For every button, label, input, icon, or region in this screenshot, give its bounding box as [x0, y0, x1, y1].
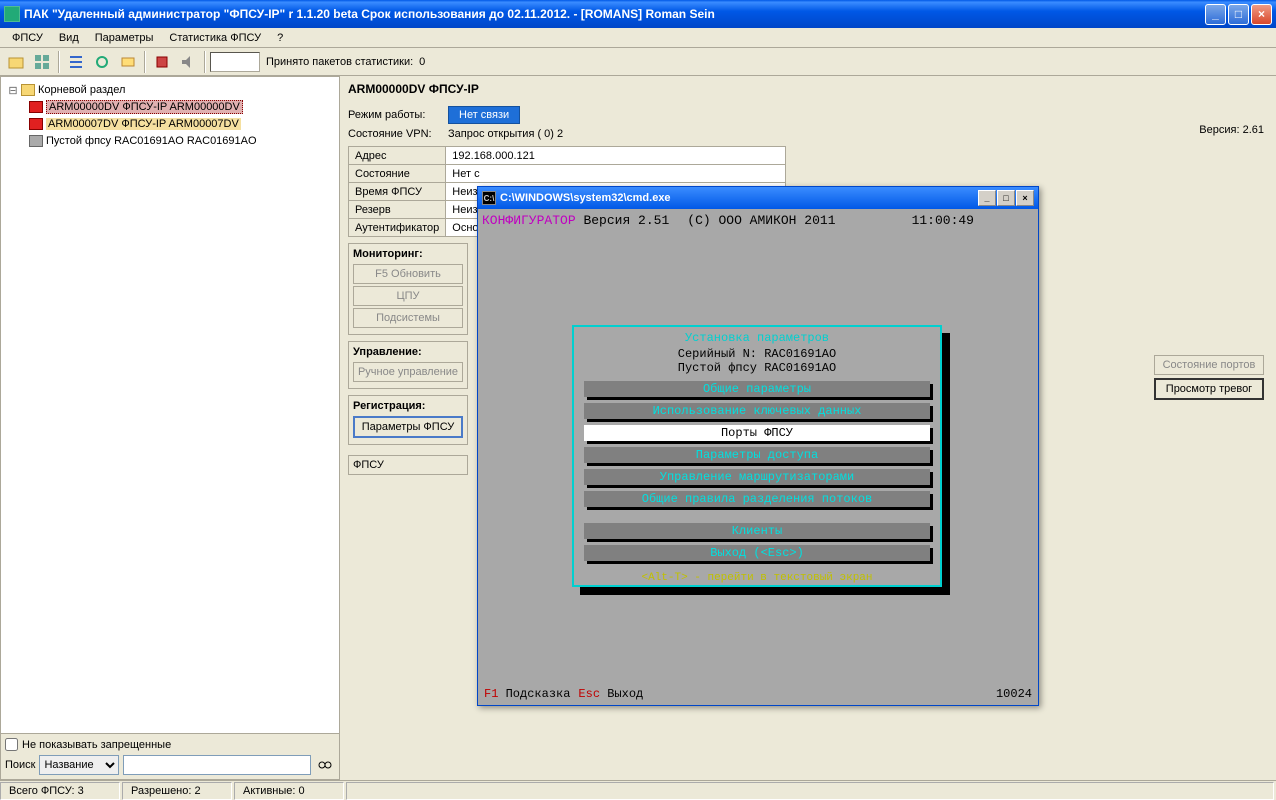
monitoring-group: Мониторинг: F5 Обновить ЦПУ Подсистемы: [348, 243, 468, 335]
hide-forbidden-checkbox[interactable]: [5, 738, 18, 751]
cmd-menu-routers[interactable]: Управление маршрутизаторами: [584, 469, 930, 485]
control-group: Управление: Ручное управление: [348, 341, 468, 389]
cmd-maximize-button[interactable]: □: [997, 190, 1015, 206]
cmd-version: Версия 2.51: [583, 213, 669, 228]
cmd-menu-general[interactable]: Общие параметры: [584, 381, 930, 397]
status-empty: [346, 782, 1274, 800]
app-icon: [4, 6, 20, 22]
status-active: Активные: 0: [234, 782, 344, 800]
tool-folder-icon[interactable]: [4, 50, 28, 74]
cmd-cfg: КОНФИГУРАТОР: [482, 213, 576, 228]
registration-group: Регистрация: Параметры ФПСУ: [348, 395, 468, 445]
cmd-esc-label: Выход: [607, 687, 643, 701]
window-title: ПАК "Удаленный администратор "ФПСУ-IP" r…: [24, 7, 1205, 21]
tree-view[interactable]: ⊟ Корневой раздел ARM00000DV ФПСУ-IP ARM…: [1, 77, 339, 733]
cmd-window[interactable]: C:\ C:\WINDOWS\system32\cmd.exe _ □ × КО…: [477, 186, 1039, 706]
table-row: СостояниеНет с: [349, 165, 786, 183]
cmd-frame-title: Установка параметров: [584, 331, 930, 345]
menu-params[interactable]: Параметры: [87, 30, 162, 46]
left-panel: ⊟ Корневой раздел ARM00000DV ФПСУ-IP ARM…: [0, 76, 340, 780]
cmd-footer-num: 10024: [996, 687, 1032, 701]
close-button[interactable]: ×: [1251, 4, 1272, 25]
vpn-value: Запрос открытия ( 0) 2: [448, 128, 563, 140]
stat-value: 0: [419, 56, 425, 68]
mode-label: Режим работы:: [348, 109, 448, 121]
binoculars-icon[interactable]: [315, 755, 335, 775]
tree-item-0[interactable]: ARM00000DV ФПСУ-IP ARM00000DV: [5, 99, 335, 115]
cmd-time: 11:00:49: [912, 213, 974, 228]
tool-card-icon[interactable]: [116, 50, 140, 74]
tool-list-icon[interactable]: [64, 50, 88, 74]
toolbar: Принято пакетов статистики: 0: [0, 48, 1276, 76]
cmd-menu-frame: Установка параметров Серийный N: RAC0169…: [572, 325, 942, 587]
cmd-serial-2: Пустой фпсу RAC01691AO: [584, 361, 930, 375]
tool-grid-icon[interactable]: [30, 50, 54, 74]
cmd-f1-label: Подсказка: [506, 687, 571, 701]
hide-forbidden-label: Не показывать запрещенные: [22, 739, 171, 751]
cmd-copyright: (С) ООО АМИКОН 2011: [687, 213, 835, 228]
cmd-hint: <Alt-T> - перейти в текстовый экран: [574, 572, 940, 584]
cmd-menu-access[interactable]: Параметры доступа: [584, 447, 930, 463]
mode-badge: Нет связи: [448, 106, 520, 124]
status-bar: Всего ФПСУ: 3 Разрешено: 2 Активные: 0: [0, 780, 1276, 800]
detail-header: ARM00000DV ФПСУ-IP: [348, 82, 1268, 96]
status-total: Всего ФПСУ: 3: [0, 782, 120, 800]
menu-fpsu[interactable]: ФПСУ: [4, 30, 51, 46]
cmd-minimize-button[interactable]: _: [978, 190, 996, 206]
search-label: Поиск: [5, 759, 35, 771]
manual-control-button[interactable]: Ручное управление: [353, 362, 463, 382]
tree-item-2[interactable]: Пустой фпсу RAC01691AO RAC01691AO: [5, 133, 335, 149]
tree-item-label: ARM00007DV ФПСУ-IP ARM00007DV: [46, 118, 241, 130]
table-row: Адрес192.168.000.121: [349, 147, 786, 165]
menu-stats[interactable]: Статистика ФПСУ: [161, 30, 269, 46]
cpu-button[interactable]: ЦПУ: [353, 286, 463, 306]
view-alarms-button[interactable]: Просмотр тревог: [1154, 378, 1264, 400]
maximize-button[interactable]: □: [1228, 4, 1249, 25]
fpsu-box: ФПСУ: [348, 455, 468, 475]
search-input[interactable]: [123, 755, 311, 775]
tree-root[interactable]: ⊟ Корневой раздел: [5, 82, 335, 98]
cmd-f1-key: F1: [484, 687, 498, 701]
refresh-button[interactable]: F5 Обновить: [353, 264, 463, 284]
subsystems-button[interactable]: Подсистемы: [353, 308, 463, 328]
cmd-menu-keys[interactable]: Использование ключевых данных: [584, 403, 930, 419]
cmd-serial-1: Серийный N: RAC01691AO: [584, 347, 930, 361]
stat-label: Принято пакетов статистики:: [266, 56, 413, 68]
tree-root-label: Корневой раздел: [38, 84, 125, 96]
vpn-label: Состояние VPN:: [348, 128, 448, 140]
device-red-icon: [29, 118, 43, 130]
cmd-menu-rules[interactable]: Общие правила разделения потоков: [584, 491, 930, 507]
folder-icon: [21, 84, 35, 96]
device-grey-icon: [29, 135, 43, 147]
tree-item-1[interactable]: ARM00007DV ФПСУ-IP ARM00007DV: [5, 116, 335, 132]
shadow: [942, 333, 950, 595]
port-state-button[interactable]: Состояние портов: [1154, 355, 1264, 375]
cmd-icon: C:\: [482, 191, 496, 205]
tool-device-icon[interactable]: [150, 50, 174, 74]
status-allowed: Разрешено: 2: [122, 782, 232, 800]
cmd-title-text: C:\WINDOWS\system32\cmd.exe: [500, 192, 978, 204]
tree-item-label: Пустой фпсу RAC01691AO RAC01691AO: [46, 135, 257, 147]
cmd-titlebar[interactable]: C:\ C:\WINDOWS\system32\cmd.exe _ □ ×: [478, 187, 1038, 209]
version-label: Версия: 2.61: [1199, 124, 1264, 136]
cmd-close-button[interactable]: ×: [1016, 190, 1034, 206]
cmd-body: КОНФИГУРАТОР Версия 2.51 (С) ООО АМИКОН …: [478, 209, 1038, 705]
cmd-esc-key: Esc: [578, 687, 600, 701]
fpsu-params-button[interactable]: Параметры ФПСУ: [353, 416, 463, 438]
window-titlebar: ПАК "Удаленный администратор "ФПСУ-IP" r…: [0, 0, 1276, 28]
device-red-icon: [29, 101, 43, 113]
menu-view[interactable]: Вид: [51, 30, 87, 46]
minimize-button[interactable]: _: [1205, 4, 1226, 25]
stat-field: [210, 52, 260, 72]
menu-help[interactable]: ?: [269, 30, 291, 46]
tool-refresh-icon[interactable]: [90, 50, 114, 74]
cmd-menu-ports[interactable]: Порты ФПСУ: [584, 425, 930, 441]
tree-item-label: ARM00000DV ФПСУ-IP ARM00000DV: [46, 100, 243, 114]
cmd-menu-clients[interactable]: Клиенты: [584, 523, 930, 539]
search-mode-select[interactable]: Название: [39, 755, 119, 775]
shadow: [580, 587, 950, 595]
menu-bar: ФПСУ Вид Параметры Статистика ФПСУ ?: [0, 28, 1276, 48]
cmd-menu-exit[interactable]: Выход (<Esc>): [584, 545, 930, 561]
tool-sound-icon[interactable]: [176, 50, 200, 74]
